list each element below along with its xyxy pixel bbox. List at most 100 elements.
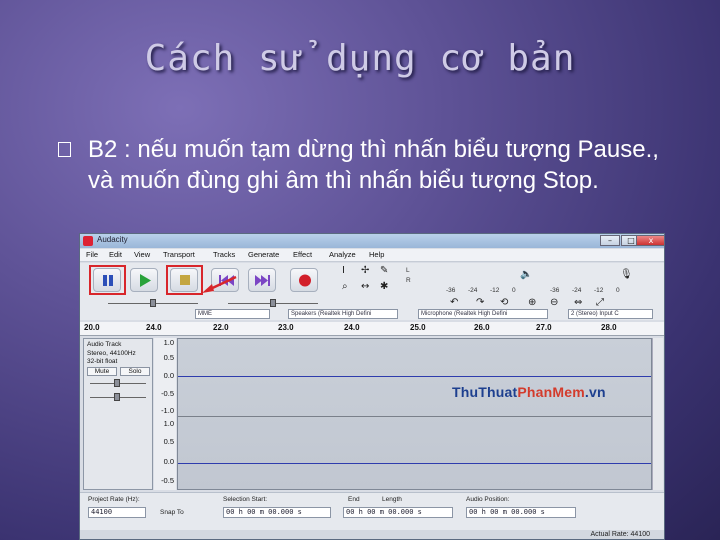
undo-icon[interactable]: ↶ [450, 297, 458, 308]
amplitude-scale: 1.0 0.5 0.0 -0.5 -1.0 1.0 0.5 0.0 -0.5 [154, 338, 176, 490]
ruler-label: 27.0 [536, 323, 552, 332]
track-control-panel: Audio Track Stereo, 44100Hz 32-bit float… [83, 338, 153, 490]
audio-position-label: Audio Position: [466, 496, 510, 503]
skip-to-end-button[interactable] [248, 268, 276, 292]
scale-label: 0.0 [163, 371, 174, 380]
menu-effect[interactable]: Effect [293, 250, 312, 259]
stop-highlight-box [166, 265, 203, 295]
track-name-menu[interactable]: Audio Track [87, 341, 121, 348]
menu-transport[interactable]: Transport [163, 250, 195, 259]
audacity-app-icon [83, 236, 93, 246]
length-radio[interactable]: Length [382, 496, 402, 503]
title-bar: Audacity – □ x [80, 234, 664, 248]
zoom-in-icon[interactable]: ⊕ [528, 297, 536, 308]
meter-tick: 0 [512, 287, 516, 294]
output-device-select[interactable]: Speakers (Realtek High Defini [288, 309, 398, 319]
scale-label: 1.0 [163, 338, 174, 347]
mic-meter-icon[interactable]: 🎙 [620, 269, 633, 280]
input-volume-knob[interactable] [270, 299, 276, 307]
menu-tracks[interactable]: Tracks [213, 250, 235, 259]
audio-position-field[interactable]: 00 h 00 m 00.000 s [466, 507, 576, 518]
audacity-window: Audacity – □ x File Edit View Transport … [79, 233, 665, 540]
snap-to-checkbox[interactable]: Snap To [160, 509, 184, 516]
selection-start-label: Selection Start: [223, 496, 268, 503]
ruler-label: 28.0 [601, 323, 617, 332]
left-channel-line [178, 376, 651, 377]
selection-tool-icon[interactable]: I [342, 265, 345, 276]
project-rate-label: Project Rate (Hz): [88, 496, 140, 503]
menu-help[interactable]: Help [369, 250, 384, 259]
scale-label: 1.0 [163, 419, 174, 428]
project-rate-select[interactable]: 44100 [88, 507, 146, 518]
timeline-ruler[interactable]: 20.0 24.0 22.0 23.0 24.0 25.0 26.0 27.0 … [80, 322, 664, 336]
track-format-line1: Stereo, 44100Hz [87, 350, 136, 357]
host-select[interactable]: MME [195, 309, 270, 319]
minimize-button[interactable]: – [600, 235, 620, 246]
menu-edit[interactable]: Edit [109, 250, 122, 259]
ruler-label: 25.0 [410, 323, 426, 332]
scale-label: 0.0 [163, 457, 174, 466]
watermark-part1: ThuThuat [452, 384, 518, 400]
gain-knob[interactable] [114, 379, 120, 387]
record-button[interactable] [290, 268, 318, 292]
menu-bar: File Edit View Transport Tracks Generate… [80, 249, 664, 262]
meter-tick: -12 [490, 287, 500, 294]
actual-rate-text: Actual Rate: 44100 [590, 531, 650, 538]
status-bar: Actual Rate: 44100 [80, 530, 664, 539]
channel-divider [178, 416, 651, 417]
right-channel-line [178, 463, 651, 464]
ruler-label: 24.0 [146, 323, 162, 332]
scale-label: -0.5 [161, 389, 174, 398]
multi-tool-icon[interactable]: ✱ [380, 281, 388, 292]
menu-generate[interactable]: Generate [248, 250, 279, 259]
mute-button[interactable]: Mute [87, 367, 117, 376]
close-button[interactable]: x [636, 235, 664, 246]
vertical-scrollbar[interactable] [652, 338, 663, 490]
fit-project-icon[interactable]: ⤢ [596, 297, 604, 308]
watermark: ThuThuatPhanMem.vn [452, 384, 606, 400]
envelope-tool-icon[interactable]: ✢ [361, 265, 369, 276]
timeshift-tool-icon[interactable]: ↔ [361, 281, 369, 292]
meter-right-label: R [406, 277, 411, 284]
slide-title: Cách sử dụng cơ bản [144, 38, 576, 79]
menu-file[interactable]: File [86, 250, 98, 259]
zoom-out-icon[interactable]: ⊖ [550, 297, 558, 308]
input-device-select[interactable]: Microphone (Realtek High Defini [418, 309, 548, 319]
waveform-area[interactable] [177, 338, 652, 490]
input-channels-select[interactable]: 2 (Stereo) Input C [568, 309, 653, 319]
selection-end-field[interactable]: 00 h 00 m 00.000 s [343, 507, 453, 518]
menu-view[interactable]: View [134, 250, 150, 259]
meter-tick: -36 [550, 287, 560, 294]
ruler-label: 26.0 [474, 323, 490, 332]
pause-highlight-box [89, 265, 126, 295]
record-icon [299, 274, 311, 287]
meter-tick: -36 [446, 287, 456, 294]
device-toolbar: MME Speakers (Realtek High Defini Microp… [80, 308, 664, 320]
meter-tick: -12 [594, 287, 604, 294]
ruler-label: 24.0 [344, 323, 360, 332]
ruler-label: 20.0 [84, 323, 100, 332]
meter-left-label: L [406, 267, 410, 274]
solo-button[interactable]: Solo [120, 367, 150, 376]
meter-tick: 0 [616, 287, 620, 294]
speaker-meter-icon[interactable]: 🔈 [520, 269, 532, 280]
redo-icon[interactable]: ↷ [476, 297, 484, 308]
ruler-label: 22.0 [213, 323, 229, 332]
scale-label: -1.0 [161, 406, 174, 415]
track-format-line2: 32-bit float [87, 358, 118, 365]
selection-toolbar: Project Rate (Hz): 44100 Snap To Selecti… [80, 492, 664, 532]
watermark-part2: PhanMem [517, 384, 585, 400]
end-radio[interactable]: End [348, 496, 360, 503]
menu-analyze[interactable]: Analyze [329, 250, 356, 259]
scale-label: 0.5 [163, 437, 174, 446]
fit-selection-icon[interactable]: ⇔ [574, 297, 582, 308]
pan-knob[interactable] [114, 393, 120, 401]
sync-lock-icon[interactable]: ⟲ [500, 297, 508, 308]
play-button[interactable] [130, 268, 158, 292]
draw-tool-icon[interactable]: ✎ [380, 265, 388, 276]
skip-end-icon [255, 275, 270, 286]
watermark-part3: .vn [584, 384, 606, 400]
output-volume-knob[interactable] [150, 299, 156, 307]
zoom-tool-icon[interactable]: ⌕ [342, 281, 348, 292]
selection-start-field[interactable]: 00 h 00 m 00.000 s [223, 507, 331, 518]
